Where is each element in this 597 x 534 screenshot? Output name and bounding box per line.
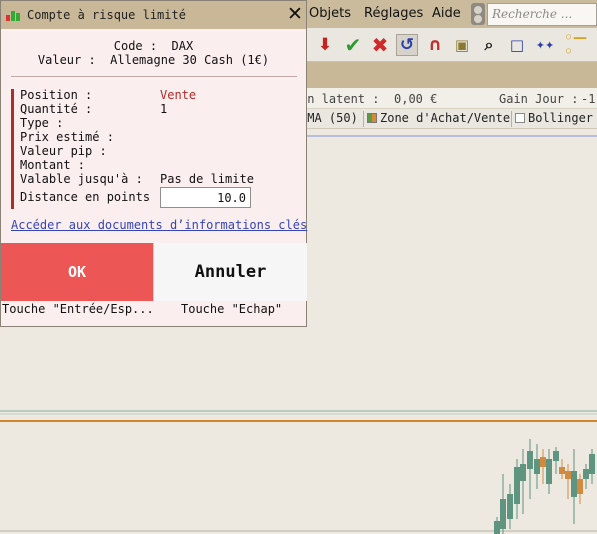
candle-body	[494, 521, 500, 534]
ok-shortcut-hint: Touche "Entrée/Esp...	[2, 302, 154, 316]
instrument-code: Code : DAX	[113, 39, 194, 53]
candle-body	[571, 471, 577, 497]
instrument-value: Valeur : Allemagne 30 Cash (1€)	[37, 53, 270, 67]
panel-toggle-icon[interactable]	[471, 3, 485, 25]
candle-body	[559, 467, 565, 474]
dialog-titlebar[interactable]: Compte à risque limité ✕	[1, 1, 306, 29]
candle-body	[583, 469, 589, 479]
zoom-icon[interactable]: ⌕	[478, 34, 500, 56]
candles-group	[494, 439, 595, 534]
magnet-icon[interactable]: ∩	[424, 34, 446, 56]
type-label: Type :	[20, 116, 64, 130]
stars-icon[interactable]: ✦✦	[534, 34, 556, 56]
risk-order-dialog: Compte à risque limité ✕ Code : DAX Vale…	[0, 0, 307, 327]
indicator-bar: EMA (50) Zone d'Achat/Vente Bollinger	[306, 109, 597, 129]
distance-label: Distance en points :	[20, 190, 165, 204]
candle-body	[546, 459, 552, 484]
account-info-bar: in latent : 0,00 € Gain Jour : -1	[306, 88, 597, 109]
bollinger-checkbox[interactable]	[515, 113, 525, 123]
gain-label: Gain Jour :	[499, 92, 579, 106]
position-value: Vente	[160, 88, 197, 102]
search-input[interactable]: Recherche ...	[487, 3, 597, 26]
position-label: Position :	[20, 88, 93, 102]
estimated-price-label: Prix estimé :	[20, 130, 114, 144]
tab-strip	[306, 62, 597, 88]
candle-body	[534, 459, 540, 474]
latent-label: in latent :	[306, 92, 380, 106]
zone-color-icon	[367, 113, 377, 123]
key-info-documents-link[interactable]: Accéder aux documents d’informations clé…	[11, 218, 307, 232]
pip-value-label: Valeur pip :	[20, 144, 107, 158]
menu-reglages[interactable]: Réglages	[364, 6, 423, 21]
close-icon[interactable]: ✕	[285, 2, 305, 26]
check-icon[interactable]: ✔	[342, 34, 364, 56]
ok-button[interactable]: OK	[1, 243, 153, 301]
menu-objets[interactable]: Objets	[309, 6, 351, 21]
candle-body	[589, 454, 595, 474]
indicator-ema[interactable]: EMA (50)	[306, 111, 358, 125]
latent-value: 0,00 €	[394, 92, 438, 106]
cancel-button[interactable]: Annuler	[153, 243, 307, 301]
sell-indicator-bar	[11, 89, 14, 209]
candle-body	[577, 479, 583, 494]
undo-cursor-icon[interactable]: ↺	[396, 34, 418, 56]
candle-body	[520, 464, 526, 481]
indicator-zone[interactable]: Zone d'Achat/Vente	[367, 111, 510, 125]
chart-icon	[6, 11, 20, 21]
quantity-value: 1	[160, 102, 168, 116]
cancel-shortcut-hint: Touche "Echap"	[181, 302, 283, 316]
distance-input[interactable]	[160, 187, 251, 208]
candle-body	[527, 451, 533, 469]
menu-aide[interactable]: Aide	[432, 6, 461, 21]
drawing-toolbar: ⬇ ✔ ✖ ↺ ∩ ▣ ⌕ □ ✦✦ ◦—◦	[306, 28, 597, 62]
dialog-title: Compte à risque limité	[27, 8, 186, 22]
divider	[11, 76, 297, 77]
candle-body	[514, 467, 520, 504]
arrow-down-icon[interactable]: ⬇	[314, 34, 336, 56]
valid-until-label: Valable jusqu'à :	[20, 172, 143, 186]
indicator-bollinger[interactable]: Bollinger	[515, 111, 593, 125]
candle-body	[540, 457, 546, 467]
gain-value: -1	[581, 92, 596, 106]
candle-body	[500, 499, 506, 529]
rectangle-icon[interactable]: □	[506, 34, 528, 56]
quantity-label: Quantité :	[20, 102, 93, 116]
amount-label: Montant :	[20, 158, 86, 172]
valid-until-value: Pas de limite	[160, 172, 254, 186]
line-icon[interactable]: ◦—◦	[564, 31, 594, 59]
candle-body	[507, 494, 513, 519]
candle-body	[553, 451, 559, 461]
lock-icon[interactable]: ▣	[451, 34, 473, 56]
candle-body	[565, 471, 571, 479]
cross-icon[interactable]: ✖	[369, 34, 391, 56]
